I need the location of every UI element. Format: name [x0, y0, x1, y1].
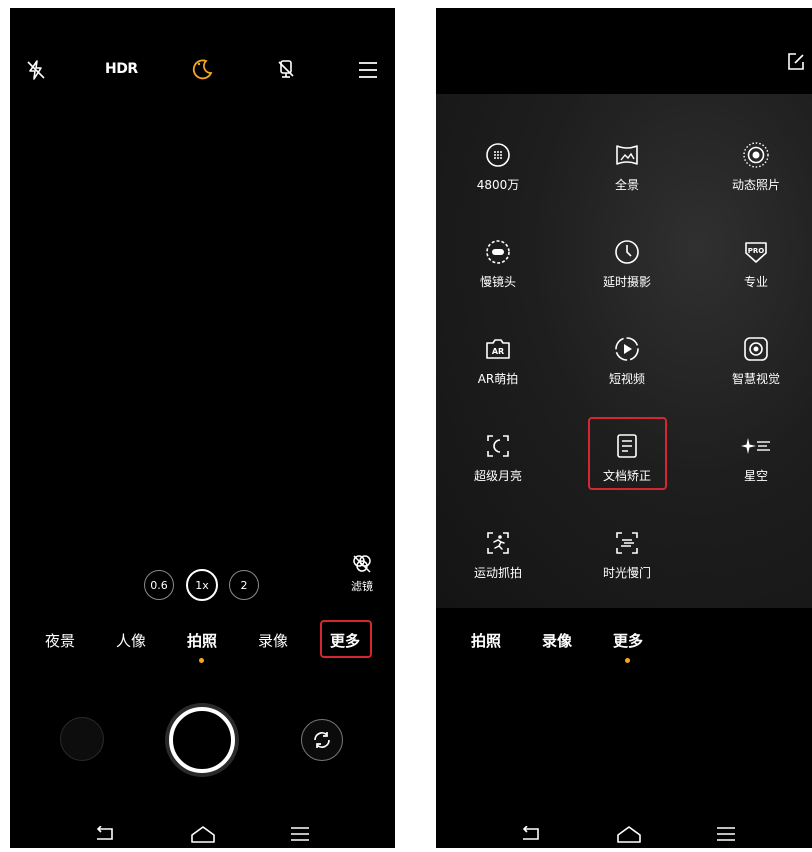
mode-item-sport-capture[interactable]: 运动抓拍 [448, 528, 548, 598]
filter-label[interactable]: 滤镜 [351, 578, 373, 594]
document-highlight-box [588, 417, 667, 490]
mode-item-label: 慢镜头 [479, 275, 516, 289]
mode-more[interactable]: 更多 [610, 630, 646, 651]
mode-item-super-moon[interactable]: 超级月亮 [448, 431, 548, 501]
hdr-toggle[interactable]: HDR [105, 61, 138, 77]
mode-item-label: 时光慢门 [602, 566, 651, 580]
hamburger-menu-icon[interactable] [356, 58, 380, 82]
mode-night[interactable]: 夜景 [42, 630, 78, 651]
filter-icon[interactable] [350, 554, 374, 574]
zoom-1x-button[interactable]: 1x [186, 569, 218, 601]
mode-item-label: 延时摄影 [602, 275, 651, 289]
moon-icon[interactable] [190, 56, 216, 82]
svg-text:AR: AR [492, 347, 504, 356]
zoom-0-6-button[interactable]: 0.6 [144, 570, 174, 600]
recent-apps-icon[interactable] [716, 826, 736, 846]
mode-portrait[interactable]: 人像 [113, 630, 149, 651]
mode-item-timelapse[interactable]: 延时摄影 [577, 237, 677, 307]
back-icon[interactable] [94, 825, 116, 846]
mode-item-panorama[interactable]: 全景 [577, 140, 677, 210]
megapixel-icon [483, 140, 513, 170]
mode-item-label: 运动抓拍 [473, 566, 522, 580]
short-video-icon [612, 334, 642, 364]
mode-item-label: 全景 [614, 178, 639, 192]
mode-photo[interactable]: 拍照 [184, 630, 220, 651]
mic-off-icon[interactable] [273, 56, 299, 82]
mode-item-label: 星空 [743, 469, 768, 483]
mode-video[interactable]: 录像 [539, 630, 575, 651]
live-photo-icon [741, 140, 771, 170]
mode-item-ar[interactable]: AR AR萌拍 [448, 334, 548, 404]
edit-icon[interactable] [784, 50, 808, 74]
mode-item-short-video[interactable]: 短视频 [577, 334, 677, 404]
back-icon[interactable] [520, 825, 542, 846]
timelapse-icon [612, 237, 642, 267]
mode-item-label: 动态照片 [731, 178, 780, 192]
camera-screen-more: 4800万 全景 动态照片 慢镜头 延时摄影 PRO 专业 AR AR萌拍 短视… [436, 8, 812, 848]
zoom-2-button[interactable]: 2 [229, 570, 259, 600]
flash-off-icon[interactable] [24, 58, 48, 82]
gallery-thumbnail[interactable] [60, 717, 104, 761]
mode-video[interactable]: 录像 [255, 630, 291, 651]
panorama-icon [612, 140, 642, 170]
mode-photo[interactable]: 拍照 [468, 630, 504, 651]
switch-camera-icon [302, 720, 341, 759]
pro-mode-icon: PRO [741, 237, 771, 267]
shutter-button[interactable] [169, 707, 235, 773]
active-mode-indicator [199, 658, 204, 663]
mode-item-live-photo[interactable]: 动态照片 [706, 140, 806, 210]
mode-item-smart-vision[interactable]: 智慧视觉 [706, 334, 806, 404]
mode-item-48mp[interactable]: 4800万 [448, 140, 548, 210]
mode-item-pro[interactable]: PRO 专业 [706, 237, 806, 307]
switch-camera-button[interactable] [301, 719, 343, 761]
home-icon[interactable] [616, 824, 642, 848]
slow-motion-icon [483, 237, 513, 267]
mode-item-starry-sky[interactable]: 星空 [706, 431, 806, 501]
mode-item-label: 智慧视觉 [731, 372, 780, 386]
mode-item-label: 短视频 [608, 372, 645, 386]
mode-item-label: 专业 [743, 275, 768, 289]
active-mode-indicator [625, 658, 630, 663]
more-highlight-box [320, 620, 372, 658]
mode-item-label: AR萌拍 [477, 372, 519, 386]
mode-item-label: 4800万 [476, 178, 520, 192]
smart-vision-icon [741, 334, 771, 364]
starry-sky-icon [741, 431, 771, 461]
slow-shutter-icon [612, 528, 642, 558]
super-moon-icon [483, 431, 513, 461]
more-modes-panel: 4800万 全景 动态照片 慢镜头 延时摄影 PRO 专业 AR AR萌拍 短视… [436, 94, 812, 608]
mode-item-slow-motion[interactable]: 慢镜头 [448, 237, 548, 307]
home-icon[interactable] [190, 824, 216, 848]
mode-item-slow-shutter[interactable]: 时光慢门 [577, 528, 677, 598]
mode-item-label: 超级月亮 [473, 469, 522, 483]
viewfinder[interactable] [10, 98, 395, 598]
ar-icon: AR [483, 334, 513, 364]
sport-capture-icon [483, 528, 513, 558]
recent-apps-icon[interactable] [290, 826, 310, 846]
camera-screen-photo: HDR 滤镜 0.6 1x 2 夜景 人像 拍照 录像 更多 [10, 8, 395, 848]
svg-text:PRO: PRO [748, 247, 765, 255]
